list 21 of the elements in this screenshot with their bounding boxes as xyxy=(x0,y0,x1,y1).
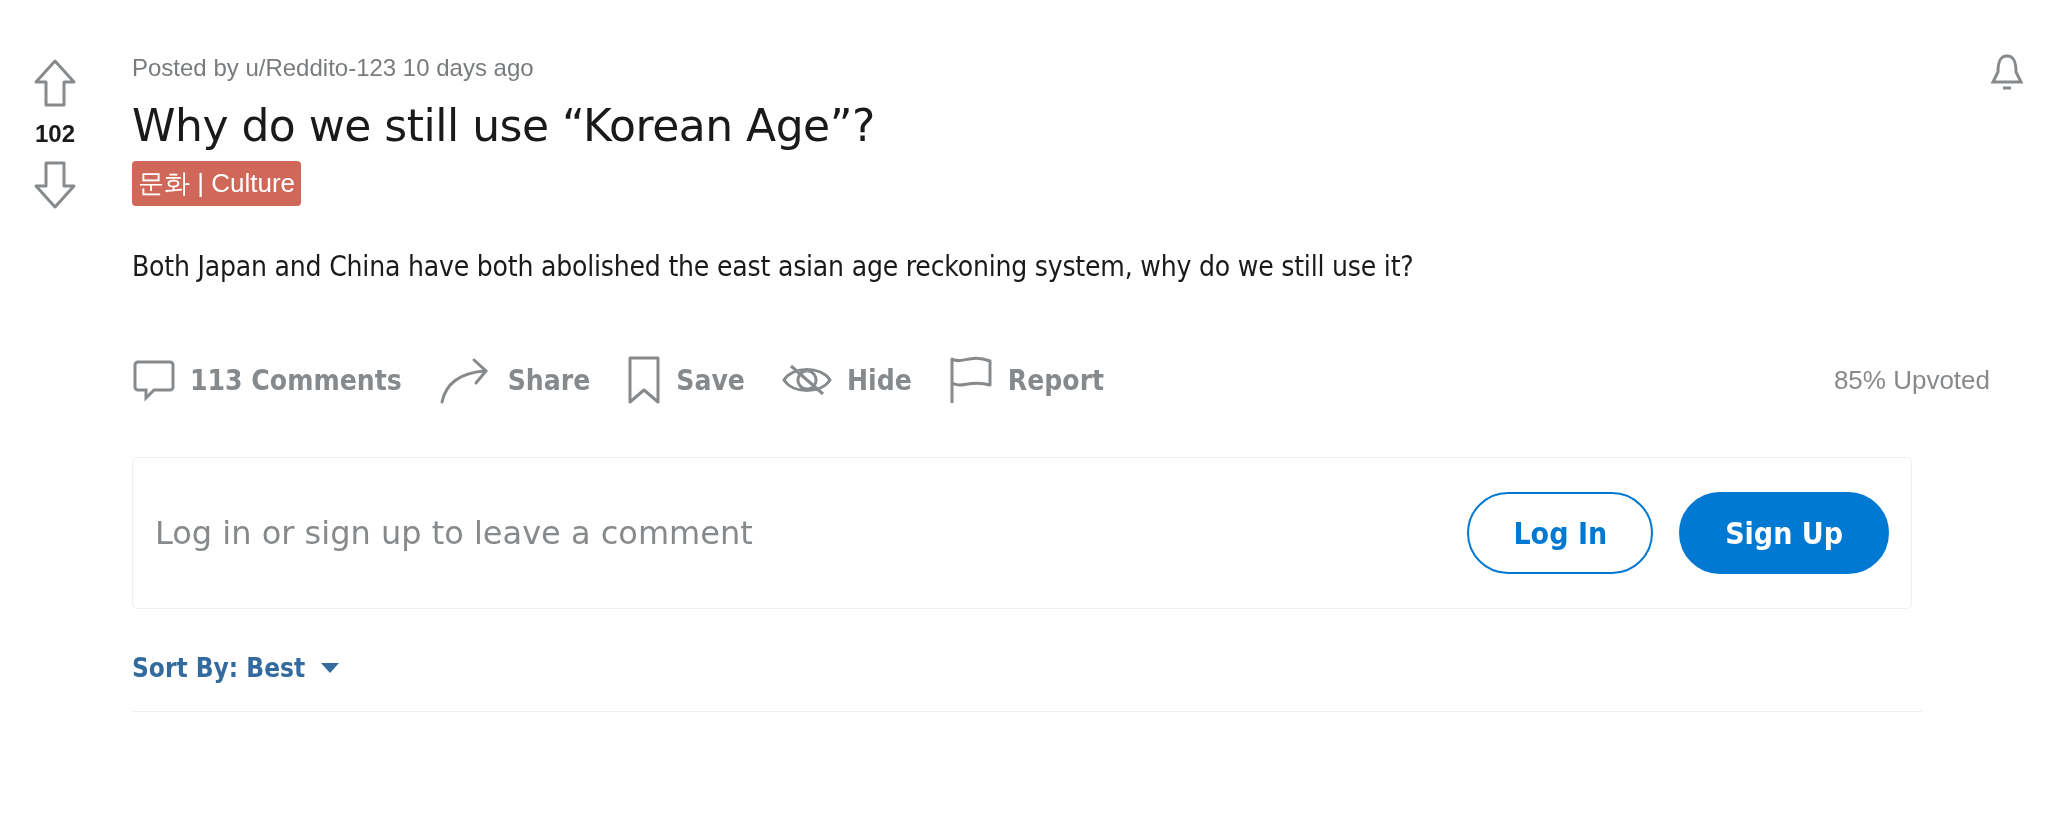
hide-button[interactable]: Hide xyxy=(772,351,920,409)
bookmark-icon xyxy=(626,355,663,405)
save-button[interactable]: Save xyxy=(618,351,753,409)
post-title: Why do we still use “Korean Age”? xyxy=(132,100,876,151)
caret-icon xyxy=(321,663,340,673)
post-body: Both Japan and China have both abolished the east asian age reckoning system, why do we still use it? xyxy=(132,250,1415,283)
sign-up-button[interactable]: Sign Up xyxy=(1679,492,1889,574)
post-meta: Posted by u/Reddito-123 10 days ago xyxy=(132,54,535,82)
crossed-eye-icon xyxy=(780,362,833,398)
comment-prompt: Log in or sign up to leave a comment xyxy=(155,514,753,552)
report-button[interactable]: Report xyxy=(939,351,1113,409)
comment-button[interactable]: 113 Comments xyxy=(124,351,410,409)
upvote-arrow-icon[interactable] xyxy=(33,58,77,108)
upvote-ratio: 85% Upvoted xyxy=(1833,364,1990,396)
vote-count: 102 xyxy=(34,120,75,148)
flair-tag[interactable]: 문화 | Culture xyxy=(132,161,301,206)
speech-bubble-icon xyxy=(132,358,176,402)
share-button[interactable]: Share xyxy=(429,351,599,409)
log-in-button[interactable]: Log In xyxy=(1467,492,1654,574)
downvote-arrow-icon[interactable] xyxy=(33,160,77,210)
sort-dropdown[interactable]: Sort By: Best xyxy=(132,653,340,683)
